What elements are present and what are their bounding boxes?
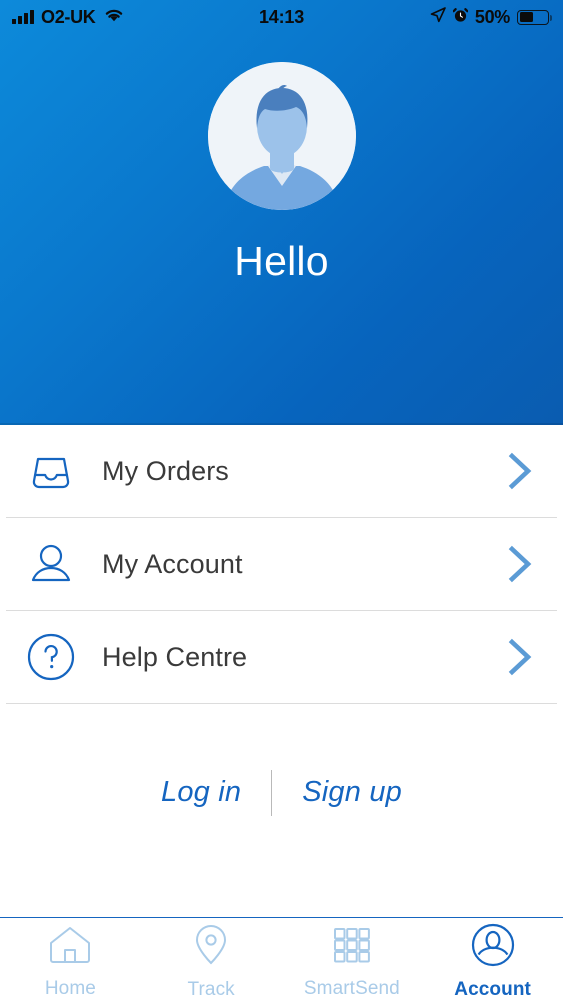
auth-links: Log in Sign up bbox=[0, 704, 563, 917]
clock-label: 14:13 bbox=[258, 6, 305, 27]
menu-item-help-centre[interactable]: Help Centre bbox=[0, 611, 563, 703]
grid-icon bbox=[331, 924, 373, 971]
tab-track[interactable]: Track bbox=[141, 918, 282, 1001]
menu-item-label: My Account bbox=[102, 548, 243, 579]
inbox-tray-icon bbox=[22, 447, 80, 495]
chevron-right-icon[interactable] bbox=[503, 543, 537, 585]
menu-list: My Orders My Account Help Centre bbox=[0, 425, 563, 704]
menu-item-my-account[interactable]: My Account bbox=[0, 518, 563, 610]
account-circle-icon bbox=[471, 923, 515, 972]
tab-account[interactable]: Account bbox=[422, 918, 563, 1001]
status-bar-right: 50% bbox=[430, 6, 553, 28]
home-icon bbox=[47, 924, 93, 971]
chevron-right-icon[interactable] bbox=[503, 450, 537, 492]
bottom-tab-bar: Home Track SmartSend Account bbox=[0, 917, 563, 1001]
map-pin-icon bbox=[191, 923, 231, 972]
battery-percent-label: 50% bbox=[474, 7, 510, 27]
carrier-label: O2-UK bbox=[41, 7, 96, 27]
battery-icon bbox=[517, 9, 553, 25]
menu-item-label: Help Centre bbox=[102, 641, 248, 672]
question-circle-icon bbox=[22, 632, 80, 682]
tab-label: SmartSend bbox=[303, 977, 400, 999]
status-bar: O2-UK 14:13 50% bbox=[0, 0, 563, 34]
tab-smartsend[interactable]: SmartSend bbox=[282, 918, 423, 1001]
profile-header: O2-UK 14:13 50% Hello bbox=[0, 0, 563, 425]
alarm-clock-icon bbox=[452, 7, 469, 28]
signal-bars-icon bbox=[12, 10, 34, 24]
person-outline-icon bbox=[22, 540, 80, 588]
signup-link[interactable]: Sign up bbox=[272, 776, 432, 809]
tab-label: Track bbox=[187, 978, 235, 1000]
greeting-text: Hello bbox=[234, 238, 329, 284]
tab-home[interactable]: Home bbox=[0, 918, 141, 1001]
login-link[interactable]: Log in bbox=[131, 776, 271, 809]
chevron-right-icon[interactable] bbox=[503, 636, 537, 678]
tab-label: Home bbox=[44, 977, 96, 999]
menu-item-my-orders[interactable]: My Orders bbox=[0, 425, 563, 517]
menu-item-label: My Orders bbox=[102, 455, 229, 486]
avatar bbox=[207, 62, 356, 210]
app-screen: O2-UK 14:13 50% Hello My Orders My Accou… bbox=[0, 0, 563, 1001]
tab-label: Account bbox=[454, 978, 531, 1000]
avatar-illustration bbox=[207, 62, 356, 210]
status-bar-left: O2-UK bbox=[12, 7, 125, 28]
location-arrow-icon bbox=[430, 6, 446, 28]
wifi-icon bbox=[103, 7, 125, 28]
avatar-wrapper bbox=[207, 62, 356, 210]
